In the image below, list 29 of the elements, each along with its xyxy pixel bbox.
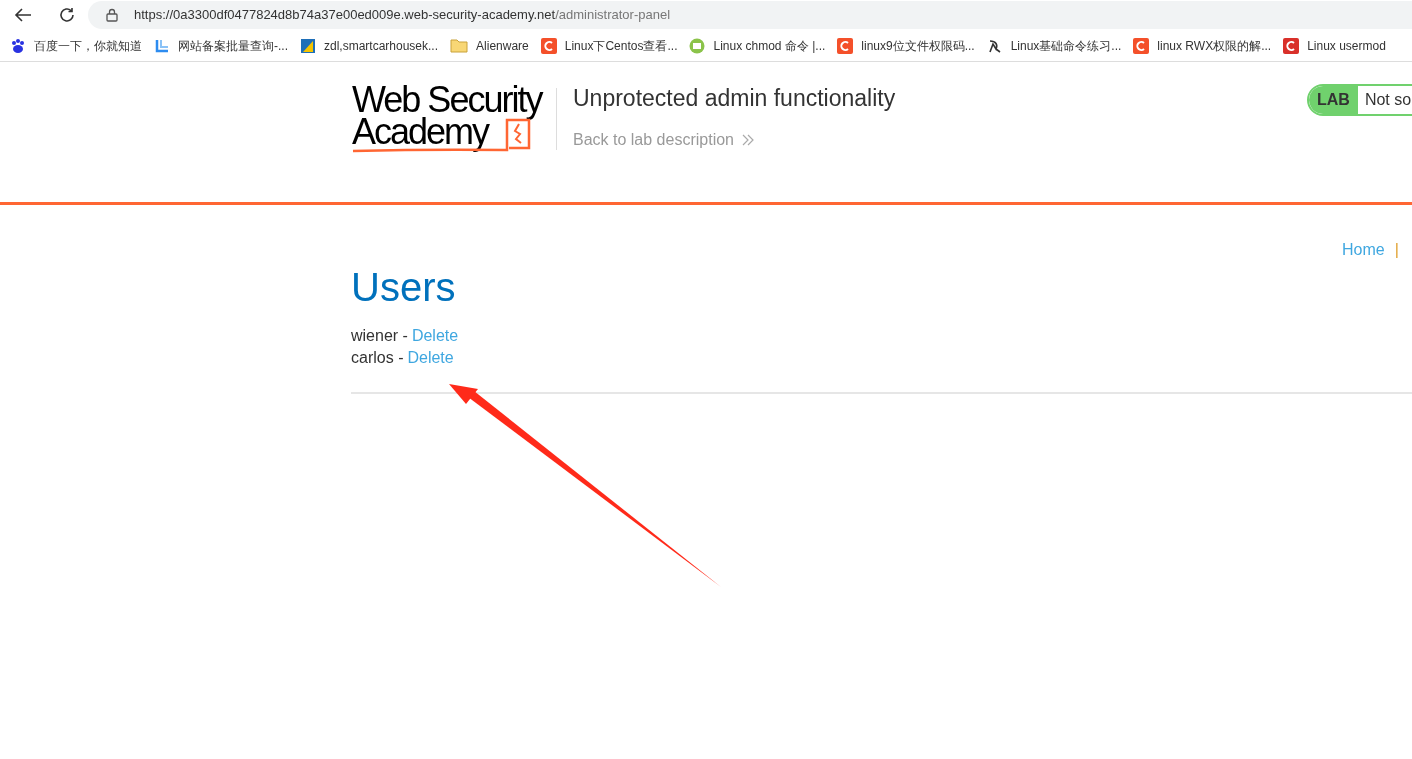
bookmark[interactable]: Alienware	[450, 36, 529, 55]
username: carlos -	[351, 348, 404, 368]
bookmark-icon	[986, 37, 1003, 54]
username: wiener -	[351, 326, 408, 346]
back-icon[interactable]	[14, 7, 32, 23]
address-bar[interactable]: https://0a3300df0477824d8b74a37e00ed009e.web-security-academy.net/administrator-panel	[88, 1, 1412, 29]
lock-icon	[106, 8, 118, 22]
url-text: https://0a3300df0477824d8b74a37e00ed009e.web-security-academy.net/administrator-panel	[134, 6, 671, 25]
chevrons-icon	[742, 134, 754, 146]
users-heading: Users	[351, 264, 457, 311]
lab-status-badge: LAB Not so	[1307, 84, 1412, 116]
bookmark[interactable]: zdl,smartcarhousek...	[300, 36, 439, 55]
bookmark[interactable]: Linux chmod 命令 |...	[689, 36, 826, 55]
bookmark-icon	[689, 37, 706, 54]
bookmark[interactable]: 网站备案批量查询-...	[154, 36, 288, 55]
nav-separator: |	[1394, 240, 1399, 260]
bookmark[interactable]: Linux基础命令练习...	[986, 36, 1122, 55]
reload-icon[interactable]	[58, 6, 76, 24]
bookmark[interactable]: Linux下Centos查看...	[540, 36, 678, 55]
bookmark[interactable]: linux9位文件权限码...	[837, 36, 975, 55]
bookmark[interactable]: 百度一下，你就知道	[10, 36, 142, 55]
bookmark-icon	[300, 37, 316, 54]
bookmark-icon	[154, 37, 170, 54]
lab-title: Unprotected admin functionality	[573, 84, 896, 112]
logo[interactable]: Web Security Academy	[352, 84, 552, 154]
bookmark-icon	[10, 37, 26, 54]
bookmark[interactable]: Linux usermod	[1283, 36, 1386, 55]
bookmark-icon	[450, 38, 469, 53]
bookmark[interactable]: linux RWX权限的解...	[1133, 36, 1272, 55]
